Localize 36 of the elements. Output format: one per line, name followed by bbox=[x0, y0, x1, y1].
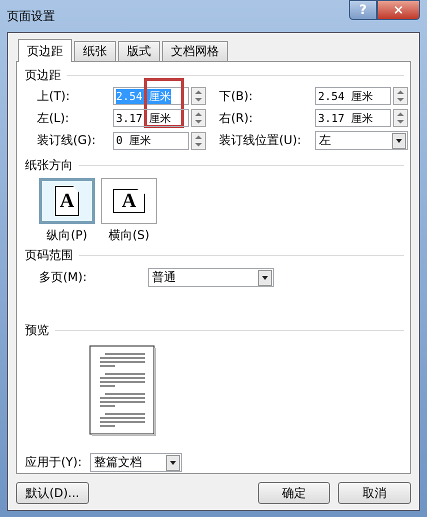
dropdown[interactable]: 普通 bbox=[148, 268, 274, 287]
spinner-icon[interactable] bbox=[191, 87, 206, 105]
field-label: 右(R): bbox=[219, 110, 254, 126]
tab[interactable]: 文档网格 bbox=[162, 41, 228, 61]
spinner-icon[interactable] bbox=[393, 87, 408, 105]
section-heading: 纸张方向 bbox=[25, 156, 73, 174]
spin-field[interactable]: 0 厘米 bbox=[113, 132, 189, 150]
field-label: 装订线位置(U): bbox=[219, 132, 302, 149]
field-label: 多页(M): bbox=[39, 269, 88, 286]
orientation-button[interactable]: A bbox=[101, 178, 157, 224]
field-label: 下(B): bbox=[219, 88, 254, 104]
field-label: 装订线(G): bbox=[37, 132, 97, 149]
spin-field[interactable]: 2.54 厘米 bbox=[315, 87, 391, 105]
option-label: 横向(S) bbox=[108, 227, 150, 244]
field-label: 左(L): bbox=[37, 110, 70, 126]
window-title: 页面设置 bbox=[7, 8, 55, 24]
ok-button[interactable]: 确定 bbox=[258, 482, 330, 504]
default-button[interactable]: 默认(D)... bbox=[16, 482, 89, 504]
spinner-icon[interactable] bbox=[191, 132, 206, 150]
orientation-button[interactable]: A bbox=[39, 178, 95, 224]
tab[interactable]: 纸张 bbox=[74, 41, 116, 61]
dropdown[interactable]: 左 bbox=[315, 131, 408, 150]
cancel-button[interactable]: 取消 bbox=[338, 482, 412, 504]
section-heading: 预览 bbox=[25, 322, 49, 338]
dropdown[interactable]: 整篇文档 bbox=[90, 453, 182, 472]
spin-field[interactable]: 3.17 厘米 bbox=[315, 109, 391, 127]
section-heading: 页码范围 bbox=[25, 246, 73, 264]
field-label: 上(T): bbox=[37, 88, 71, 104]
spinner-icon[interactable] bbox=[191, 109, 206, 127]
spin-field[interactable]: 3.17 厘米 bbox=[113, 109, 189, 127]
tab[interactable]: 页边距 bbox=[18, 39, 72, 62]
tab[interactable]: 版式 bbox=[118, 41, 160, 61]
option-label: 纵向(P) bbox=[46, 227, 88, 244]
section-heading: 页边距 bbox=[25, 66, 61, 84]
field-label: 应用于(Y): bbox=[25, 454, 82, 471]
spinner-icon[interactable] bbox=[393, 109, 408, 127]
